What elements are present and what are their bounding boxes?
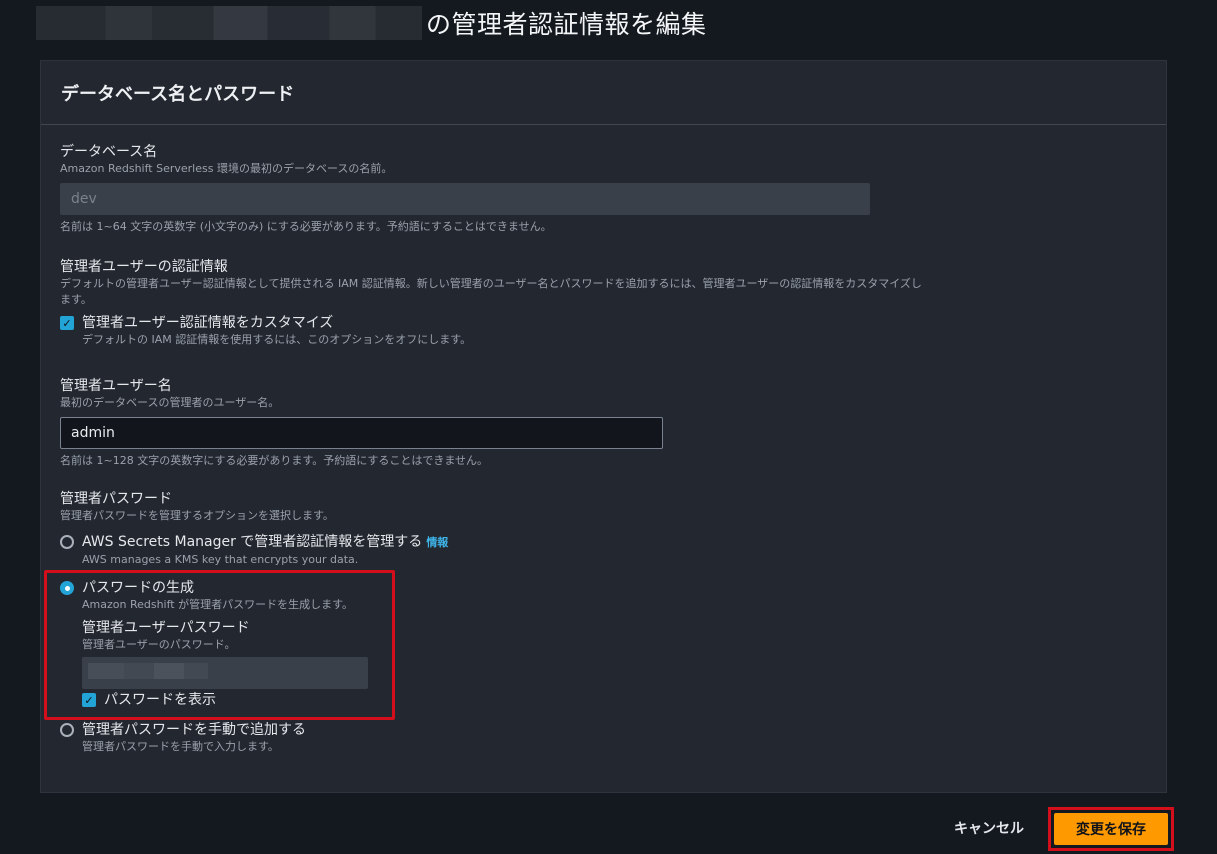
radio-option-generate-password[interactable]: パスワードの生成 Amazon Redshift が管理者パスワードを生成します… <box>60 579 368 709</box>
admin-user-password-label: 管理者ユーザーパスワード <box>82 620 250 636</box>
page-header: の管理者認証情報を編集 <box>36 4 707 42</box>
customize-credentials-checkbox-row[interactable]: ✓ 管理者ユーザー認証情報をカスタマイズ デフォルトの IAM 認証情報を使用す… <box>60 314 940 348</box>
show-password-label: パスワードを表示 <box>104 692 216 708</box>
admin-username-field: 管理者ユーザー名 最初のデータベースの管理者のユーザー名。 admin 名前は … <box>60 377 700 469</box>
manual-password-desc: 管理者パスワードを手動で入力します。 <box>82 740 279 753</box>
radio-option-manual-password[interactable]: 管理者パスワードを手動で追加する 管理者パスワードを手動で入力します。 <box>60 721 306 755</box>
db-name-label: データベース名 <box>60 144 158 160</box>
save-changes-button[interactable]: 変更を保存 <box>1054 813 1168 845</box>
admin-credentials-field: 管理者ユーザーの認証情報 デフォルトの管理者ユーザー認証情報として提供される I… <box>60 258 940 348</box>
panel-header: データベース名とパスワード <box>41 61 1166 125</box>
manual-password-radio[interactable] <box>60 723 74 737</box>
customize-credentials-checkbox[interactable]: ✓ <box>60 316 74 330</box>
admin-credentials-description: デフォルトの管理者ユーザー認証情報として提供される IAM 認証情報。新しい管理… <box>60 277 922 306</box>
generate-password-desc: Amazon Redshift が管理者パスワードを生成します。 <box>82 598 353 611</box>
secrets-manager-radio[interactable] <box>60 535 74 549</box>
admin-user-password-desc: 管理者ユーザーのパスワード。 <box>82 638 236 651</box>
secrets-manager-label: AWS Secrets Manager で管理者認証情報を管理する <box>82 534 423 550</box>
admin-password-field: 管理者パスワード 管理者パスワードを管理するオプションを選択します。 <box>60 490 560 524</box>
db-name-description: Amazon Redshift Serverless 環境の最初のデータベースの… <box>60 162 393 175</box>
admin-password-label: 管理者パスワード <box>60 491 172 507</box>
cancel-button[interactable]: キャンセル <box>946 812 1032 844</box>
info-link[interactable]: 情報 <box>426 536 448 549</box>
admin-credentials-label: 管理者ユーザーの認証情報 <box>60 259 228 275</box>
admin-username-description: 最初のデータベースの管理者のユーザー名。 <box>60 396 280 409</box>
generated-password-field <box>82 657 368 689</box>
show-password-checkbox-row[interactable]: ✓ パスワードを表示 <box>82 691 368 709</box>
page-title: の管理者認証情報を編集 <box>426 10 707 39</box>
redacted-workgroup-name <box>36 6 422 40</box>
customize-credentials-label: 管理者ユーザー認証情報をカスタマイズ <box>82 315 334 331</box>
show-password-checkbox[interactable]: ✓ <box>82 693 96 707</box>
radio-option-secrets-manager[interactable]: AWS Secrets Manager で管理者認証情報を管理する 情報 AWS … <box>60 533 448 568</box>
redacted-password <box>88 663 208 679</box>
db-name-field: データベース名 Amazon Redshift Serverless 環境の最初… <box>60 143 930 235</box>
customize-credentials-desc: デフォルトの IAM 認証情報を使用するには、このオプションをオフにします。 <box>82 333 472 346</box>
admin-username-constraint: 名前は 1~128 文字の英数字にする必要があります。予約語にすることはできませ… <box>60 454 488 467</box>
db-name-input: dev <box>60 183 870 215</box>
secrets-manager-desc: AWS manages a KMS key that encrypts your… <box>82 553 359 566</box>
admin-username-label: 管理者ユーザー名 <box>60 378 172 394</box>
db-name-constraint: 名前は 1~64 文字の英数字 (小文字のみ) にする必要があります。予約語にす… <box>60 220 552 233</box>
generate-password-radio[interactable] <box>60 581 74 595</box>
panel-title: データベース名とパスワード <box>61 83 295 105</box>
admin-username-input[interactable]: admin <box>60 417 663 449</box>
generate-password-label: パスワードの生成 <box>82 580 194 596</box>
manual-password-label: 管理者パスワードを手動で追加する <box>82 722 306 738</box>
admin-password-description: 管理者パスワードを管理するオプションを選択します。 <box>60 509 334 522</box>
